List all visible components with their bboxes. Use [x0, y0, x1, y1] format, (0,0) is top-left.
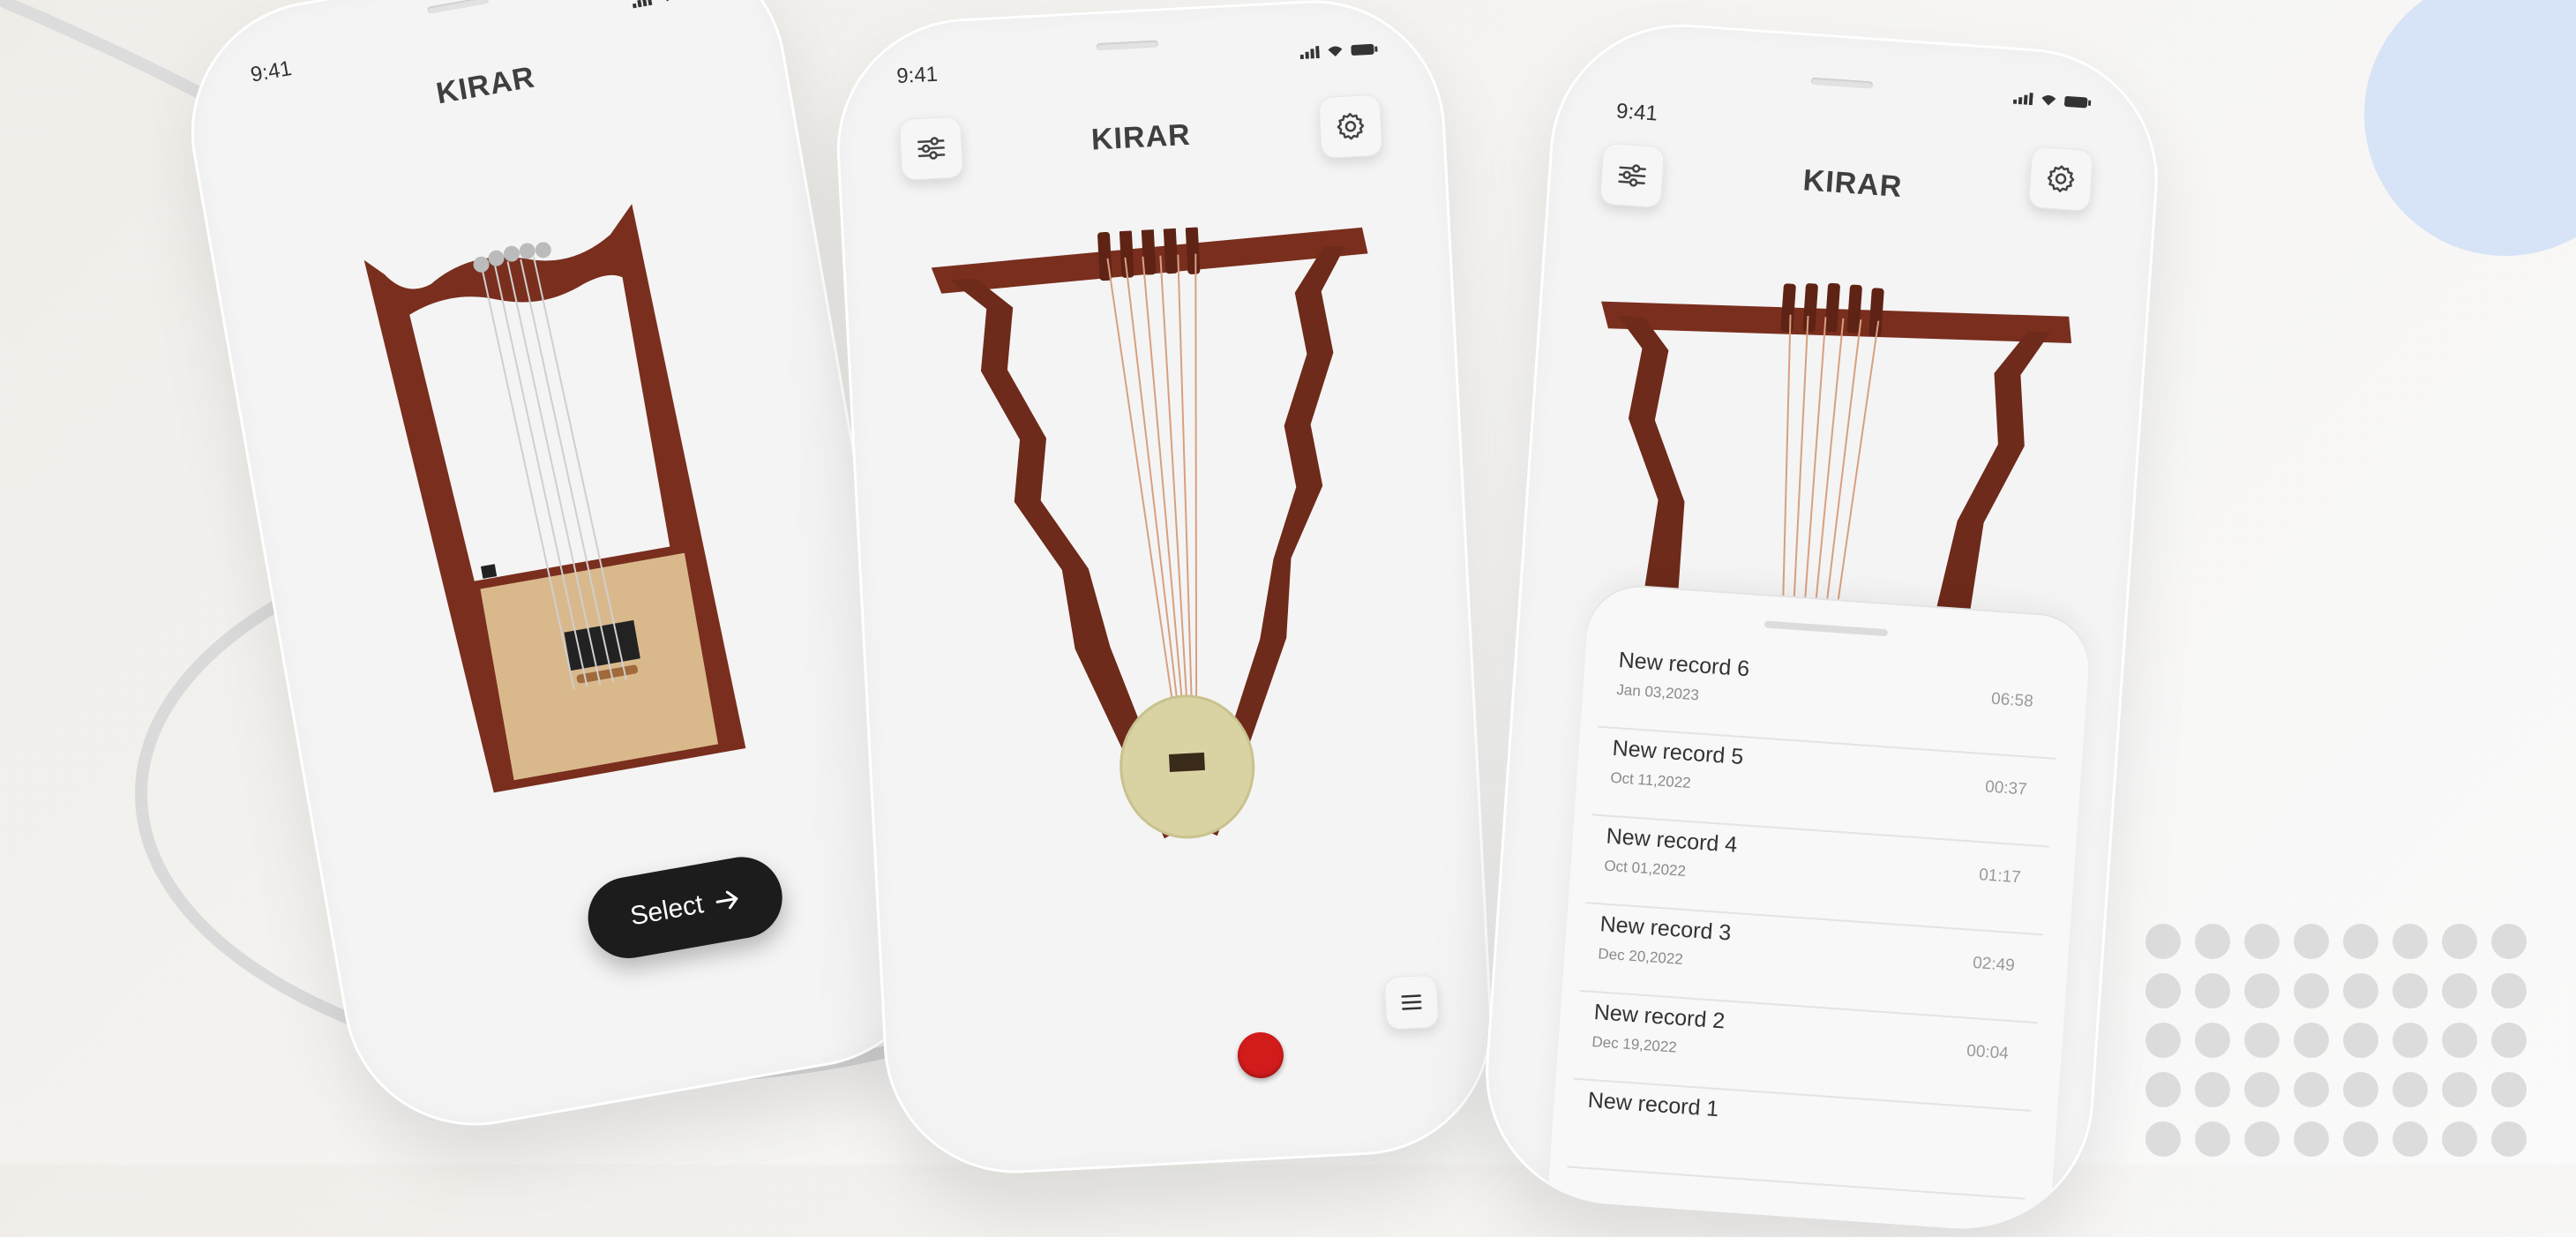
- record-name: New record 4: [1605, 823, 1739, 858]
- electric-kirar-image: [363, 204, 746, 793]
- decorative-dot: [2294, 973, 2329, 1008]
- decorative-dot: [2244, 1072, 2280, 1107]
- speaker-notch: [1810, 77, 1874, 89]
- hamburger-menu-icon: [1401, 994, 1422, 1010]
- record-duration: 00:37: [1984, 777, 2028, 799]
- record-name: New record 2: [1592, 1000, 1726, 1034]
- record-name: New record 1: [1586, 1087, 1720, 1122]
- decorative-dot: [2442, 924, 2477, 959]
- gear-icon: [1337, 113, 1365, 140]
- record-name: New record 3: [1599, 911, 1733, 946]
- decorative-dot: [2491, 1023, 2527, 1058]
- decorative-dot: [2491, 973, 2527, 1008]
- decorative-dot: [2393, 1072, 2428, 1107]
- menu-button[interactable]: [1383, 974, 1440, 1031]
- decorative-dot: [2294, 1023, 2329, 1058]
- decorative-dot: [2195, 1023, 2230, 1058]
- wifi-icon: [659, 0, 674, 2]
- record-date: Oct 11,2022: [1609, 768, 1692, 792]
- decorative-dot: [2442, 973, 2477, 1008]
- record-duration: 00:04: [1966, 1041, 2010, 1063]
- select-button[interactable]: Select: [581, 851, 789, 965]
- decorative-dot: [2442, 1121, 2477, 1157]
- record-button[interactable]: [1236, 1031, 1285, 1080]
- phone-play-instrument: 9:41 KIRAR: [830, 0, 1499, 1181]
- decorative-dot: [2491, 1072, 2527, 1107]
- phone-records-list: 9:41 KIRAR New record 6 Jan 03,2023 06:58 N…: [1477, 15, 2167, 1237]
- decorative-dot: [2195, 973, 2230, 1008]
- decorative-dot: [2195, 924, 2230, 959]
- decorative-dot: [2294, 924, 2329, 959]
- decorative-dot: [2343, 1072, 2378, 1107]
- record-duration: 06:58: [1990, 689, 2034, 711]
- decorative-dot: [2343, 924, 2378, 959]
- record-duration: 01:17: [1978, 866, 2022, 888]
- decorative-dot: [2145, 1023, 2181, 1058]
- record-name: New record 5: [1611, 735, 1745, 770]
- record-date: Oct 01,2022: [1603, 857, 1687, 880]
- decorative-dot: [2442, 1023, 2477, 1058]
- decorative-dot: [2393, 924, 2428, 959]
- settings-button[interactable]: [1318, 94, 1383, 160]
- cellular-signal-icon: [1299, 45, 1320, 60]
- select-button-label: Select: [627, 889, 706, 932]
- record-date: Jan 03,2023: [1615, 680, 1700, 704]
- decorative-dot: [2244, 924, 2280, 959]
- records-sheet: New record 6 Jan 03,2023 06:58 New record 5…: [1543, 583, 2093, 1237]
- battery-icon: [1351, 43, 1378, 56]
- decorative-dot: [2145, 973, 2181, 1008]
- gear-icon: [2047, 165, 2075, 192]
- status-time: 9:41: [249, 56, 294, 87]
- decorative-dot: [2343, 1023, 2378, 1058]
- decorative-dot: [2145, 924, 2181, 959]
- record-date: Dec 19,2022: [1591, 1033, 1678, 1056]
- speaker-notch: [426, 0, 490, 14]
- decorative-dot: [2442, 1072, 2477, 1107]
- status-icons: [631, 0, 709, 9]
- decorative-dot: [2294, 1072, 2329, 1107]
- decorative-dot: [2343, 973, 2378, 1008]
- battery-icon: [2063, 95, 2092, 109]
- decorative-dot: [2393, 1121, 2428, 1157]
- decorative-dot: [2145, 1072, 2181, 1107]
- speaker-notch: [1096, 40, 1158, 51]
- decorative-dot: [2244, 973, 2280, 1008]
- record-duration: 02:49: [1972, 953, 2016, 976]
- wifi-icon: [2041, 95, 2056, 106]
- settings-button[interactable]: [2027, 146, 2094, 213]
- sheet-drag-handle[interactable]: [1764, 620, 1888, 637]
- status-time: 9:41: [895, 62, 939, 89]
- record-name: New record 6: [1617, 648, 1751, 682]
- decorative-dot: [2294, 1121, 2329, 1157]
- status-icons: [2012, 92, 2092, 109]
- decorative-dot: [2393, 1023, 2428, 1058]
- decorative-dot: [2195, 1121, 2230, 1157]
- app-title: KIRAR: [433, 60, 538, 111]
- wifi-icon: [1328, 46, 1343, 57]
- record-date: Dec 20,2022: [1597, 945, 1684, 968]
- status-time: 9:41: [1615, 99, 1659, 126]
- cellular-signal-icon: [2012, 92, 2033, 106]
- decorative-dot: [2491, 924, 2527, 959]
- decorative-dot: [2491, 1121, 2527, 1157]
- arrow-right-icon: [715, 890, 738, 910]
- kirar-instrument: [931, 224, 1368, 839]
- status-icons: [1299, 43, 1378, 60]
- decorative-dot: [2195, 1072, 2230, 1107]
- decorative-dot: [2145, 1121, 2181, 1157]
- decorative-dot: [2393, 973, 2428, 1008]
- decorative-dot: [2244, 1121, 2280, 1157]
- kirar-instrument: [1601, 282, 2072, 628]
- decorative-dot: [2244, 1023, 2280, 1058]
- decorative-dot: [2343, 1121, 2378, 1157]
- cellular-signal-icon: [632, 0, 653, 9]
